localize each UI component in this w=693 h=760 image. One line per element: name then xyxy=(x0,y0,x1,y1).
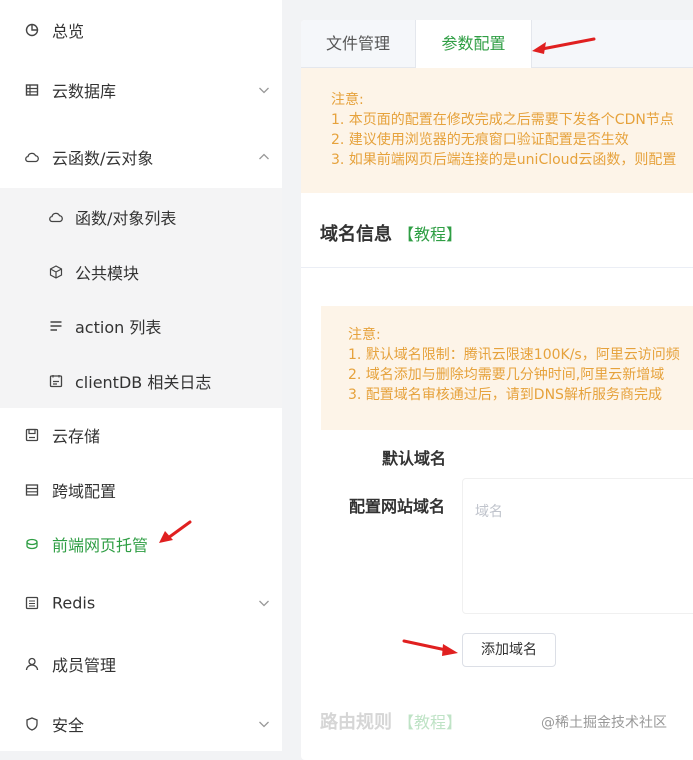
sidebar-item-cloud-storage[interactable]: 云存储 xyxy=(0,408,282,462)
notice-line: 1. 默认域名限制：腾讯云限速100K/s，阿里云访问频 xyxy=(348,347,680,363)
tab-parameter-config[interactable]: 参数配置 xyxy=(415,20,532,68)
shield-icon xyxy=(26,717,38,731)
annotation-arrow-icon xyxy=(532,37,596,54)
sidebar-item-label: 云存储 xyxy=(52,427,101,446)
divider xyxy=(301,267,693,268)
tab-file-management[interactable]: 文件管理 xyxy=(301,20,415,67)
domain-textarea[interactable]: 域名 xyxy=(462,478,693,614)
sidebar-item-security[interactable]: 安全 xyxy=(0,697,282,751)
user-icon xyxy=(25,657,39,671)
cloud-icon xyxy=(25,152,39,163)
list-icon xyxy=(50,321,62,331)
sidebar-item-label: 云函数/云对象 xyxy=(52,149,154,168)
chevron-down-icon[interactable] xyxy=(258,718,270,730)
notice-title: 注意: xyxy=(331,92,364,108)
section-title-text: 路由规则 xyxy=(320,712,392,733)
sidebar-item-members[interactable]: 成员管理 xyxy=(0,637,282,691)
annotation-arrow-icon xyxy=(402,639,458,656)
annotation-arrow-icon xyxy=(159,520,192,543)
sidebar-subitem-action-list[interactable]: action 列表 xyxy=(0,299,282,353)
sidebar-subitem-label: 函数/对象列表 xyxy=(75,209,177,228)
sidebar-item-label: 安全 xyxy=(52,716,85,735)
redis-icon xyxy=(25,596,39,610)
section-title-text: 域名信息 xyxy=(320,224,392,245)
notice-line: 1. 本页面的配置在修改完成之后需要下发各个CDN节点 xyxy=(331,112,674,128)
sidebar-subitem-common-modules[interactable]: 公共模块 xyxy=(0,245,282,299)
sidebar-item-web-hosting[interactable]: 前端网页托管 xyxy=(0,517,282,571)
submenu-cloud-functions: 函数/对象列表 公共模块 action 列表 clientDB 相关日志 xyxy=(0,188,282,408)
notice-line: 2. 域名添加与删除均需要几分钟时间,阿里云新增域 xyxy=(348,367,665,383)
sidebar-item-cloud-functions[interactable]: 云函数/云对象 xyxy=(0,130,282,184)
hosting-icon xyxy=(26,538,38,550)
notice-domain: 注意: 1. 默认域名限制：腾讯云限速100K/s，阿里云访问频 2. 域名添加… xyxy=(321,306,693,430)
add-domain-button[interactable]: 添加域名 xyxy=(462,633,556,667)
sidebar-subitem-label: action 列表 xyxy=(75,318,162,337)
storage-icon xyxy=(25,428,39,442)
watermark: @稀土掘金技术社区 xyxy=(541,715,667,731)
sidebar-item-label: 云数据库 xyxy=(52,82,117,101)
sidebar-item-redis[interactable]: Redis xyxy=(0,576,282,630)
tab-bar: 文件管理 参数配置 xyxy=(301,20,693,68)
chevron-down-icon[interactable] xyxy=(258,84,270,96)
notice-line: 3. 配置域名审核通过后，请到DNS解析服务商完成 xyxy=(348,387,662,403)
tutorial-link[interactable]: 【教程】 xyxy=(398,225,462,244)
cube-icon xyxy=(49,265,63,279)
sidebar-item-label: Redis xyxy=(52,593,96,613)
server-icon xyxy=(25,484,39,496)
section-title-routes: 路由规则 【教程】 xyxy=(320,708,462,734)
log-icon xyxy=(49,375,63,388)
sidebar-item-cors-config[interactable]: 跨域配置 xyxy=(0,463,282,517)
notice-line: 2. 建议使用浏览器的无痕窗口验证配置是否生效 xyxy=(331,132,629,148)
sidebar-item-overview[interactable]: 总览 xyxy=(0,3,282,57)
sidebar-subitem-label: clientDB 相关日志 xyxy=(75,373,212,392)
pie-chart-icon xyxy=(25,23,39,37)
sidebar-subitem-label: 公共模块 xyxy=(75,264,140,283)
chevron-up-icon[interactable] xyxy=(258,151,270,163)
cloud-icon xyxy=(49,212,63,223)
notice-cdn: 注意: 1. 本页面的配置在修改完成之后需要下发各个CDN节点 2. 建议使用浏… xyxy=(301,68,693,193)
sidebar-item-cloud-database[interactable]: 云数据库 xyxy=(0,63,282,117)
sidebar-item-label: 总览 xyxy=(52,22,85,41)
notice-title: 注意: xyxy=(348,327,381,343)
tutorial-link[interactable]: 【教程】 xyxy=(398,713,462,732)
sidebar-item-label: 跨域配置 xyxy=(52,482,117,501)
custom-domain-label: 配置网站域名 xyxy=(349,497,446,516)
sidebar-item-label: 成员管理 xyxy=(52,656,117,675)
database-icon xyxy=(25,84,39,96)
notice-line: 3. 如果前端网页后端连接的是uniCloud云函数，则配置 xyxy=(331,152,677,168)
sidebar-subitem-function-list[interactable]: 函数/对象列表 xyxy=(0,190,282,244)
chevron-down-icon[interactable] xyxy=(258,597,270,609)
section-title-domain: 域名信息 【教程】 xyxy=(320,220,462,246)
sidebar-item-label: 前端网页托管 xyxy=(52,536,149,555)
sidebar: 总览 云数据库 云函数/云对象 函数/对象列表 公共模块 action 列表 c… xyxy=(0,0,282,751)
main-panel: 文件管理 参数配置 注意: 1. 本页面的配置在修改完成之后需要下发各个CDN节… xyxy=(301,20,693,760)
sidebar-subitem-clientdb-logs[interactable]: clientDB 相关日志 xyxy=(0,354,282,408)
default-domain-label: 默认域名 xyxy=(382,449,447,468)
